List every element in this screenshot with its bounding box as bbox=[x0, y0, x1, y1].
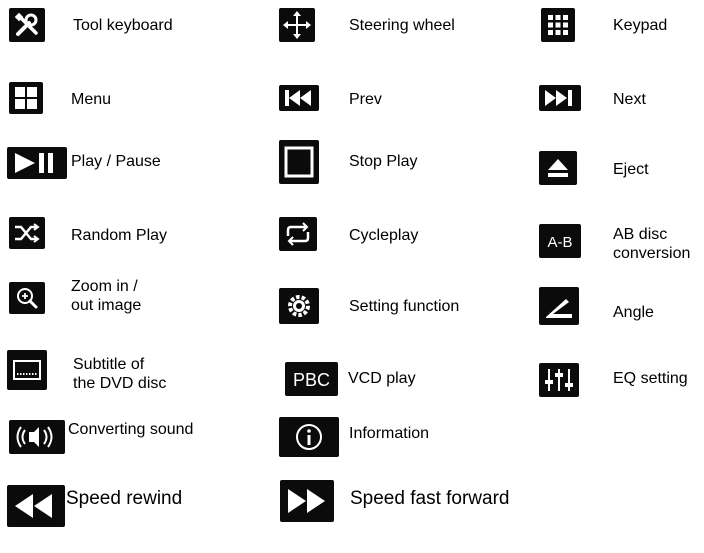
play-pause-label: Play / Pause bbox=[71, 153, 161, 170]
next-label: Next bbox=[613, 91, 646, 108]
information-label: Information bbox=[349, 425, 430, 442]
menu-label: Menu bbox=[71, 91, 112, 108]
shuffle-icon bbox=[9, 217, 45, 249]
play-pause-icon bbox=[7, 147, 67, 179]
skip-next-icon bbox=[539, 85, 581, 111]
repeat-icon bbox=[279, 217, 317, 251]
menu-grid-icon bbox=[9, 82, 43, 114]
setting-function-label: Setting function bbox=[349, 298, 460, 315]
angle-label: Angle bbox=[613, 304, 654, 321]
skip-previous-icon bbox=[279, 85, 319, 111]
ab-icon-text: A-B bbox=[547, 234, 572, 251]
fast-forward-icon bbox=[280, 480, 334, 522]
gear-icon bbox=[279, 288, 319, 324]
eject-icon bbox=[539, 151, 577, 185]
keypad-label: Keypad bbox=[613, 17, 668, 34]
ab-disc-conversion-label: AB disc conversion bbox=[613, 226, 691, 262]
keypad-grid-icon bbox=[541, 8, 575, 42]
cycleplay-label: Cycleplay bbox=[349, 227, 419, 244]
angle-icon bbox=[539, 287, 579, 325]
steering-wheel-label: Steering wheel bbox=[349, 17, 455, 34]
pbc-icon-text: PBC bbox=[293, 370, 330, 390]
prev-label: Prev bbox=[349, 91, 382, 108]
speed-fast-forward-label: Speed fast forward bbox=[350, 488, 510, 509]
speed-rewind-label: Speed rewind bbox=[66, 488, 183, 509]
eq-setting-label: EQ setting bbox=[613, 370, 688, 387]
converting-sound-label: Converting sound bbox=[68, 421, 194, 438]
eject-label: Eject bbox=[613, 161, 649, 178]
speaker-sound-icon bbox=[9, 420, 65, 454]
zoom-icon bbox=[9, 282, 45, 314]
subtitle-label: Subtitle of the DVD disc bbox=[73, 356, 167, 392]
rewind-icon bbox=[7, 485, 65, 527]
tools-icon bbox=[9, 8, 45, 42]
info-icon bbox=[279, 417, 339, 457]
ab-repeat-icon: A-B bbox=[539, 224, 581, 258]
move-arrows-icon bbox=[279, 8, 315, 42]
random-play-label: Random Play bbox=[71, 227, 168, 244]
stop-icon bbox=[279, 140, 319, 184]
pbc-icon: PBC bbox=[285, 362, 338, 396]
equalizer-icon bbox=[539, 363, 579, 397]
vcd-play-label: VCD play bbox=[348, 370, 416, 387]
subtitle-icon bbox=[7, 350, 47, 390]
tool-keyboard-label: Tool keyboard bbox=[73, 17, 173, 34]
zoom-label: Zoom in / out image bbox=[71, 278, 142, 314]
stop-play-label: Stop Play bbox=[349, 153, 418, 170]
